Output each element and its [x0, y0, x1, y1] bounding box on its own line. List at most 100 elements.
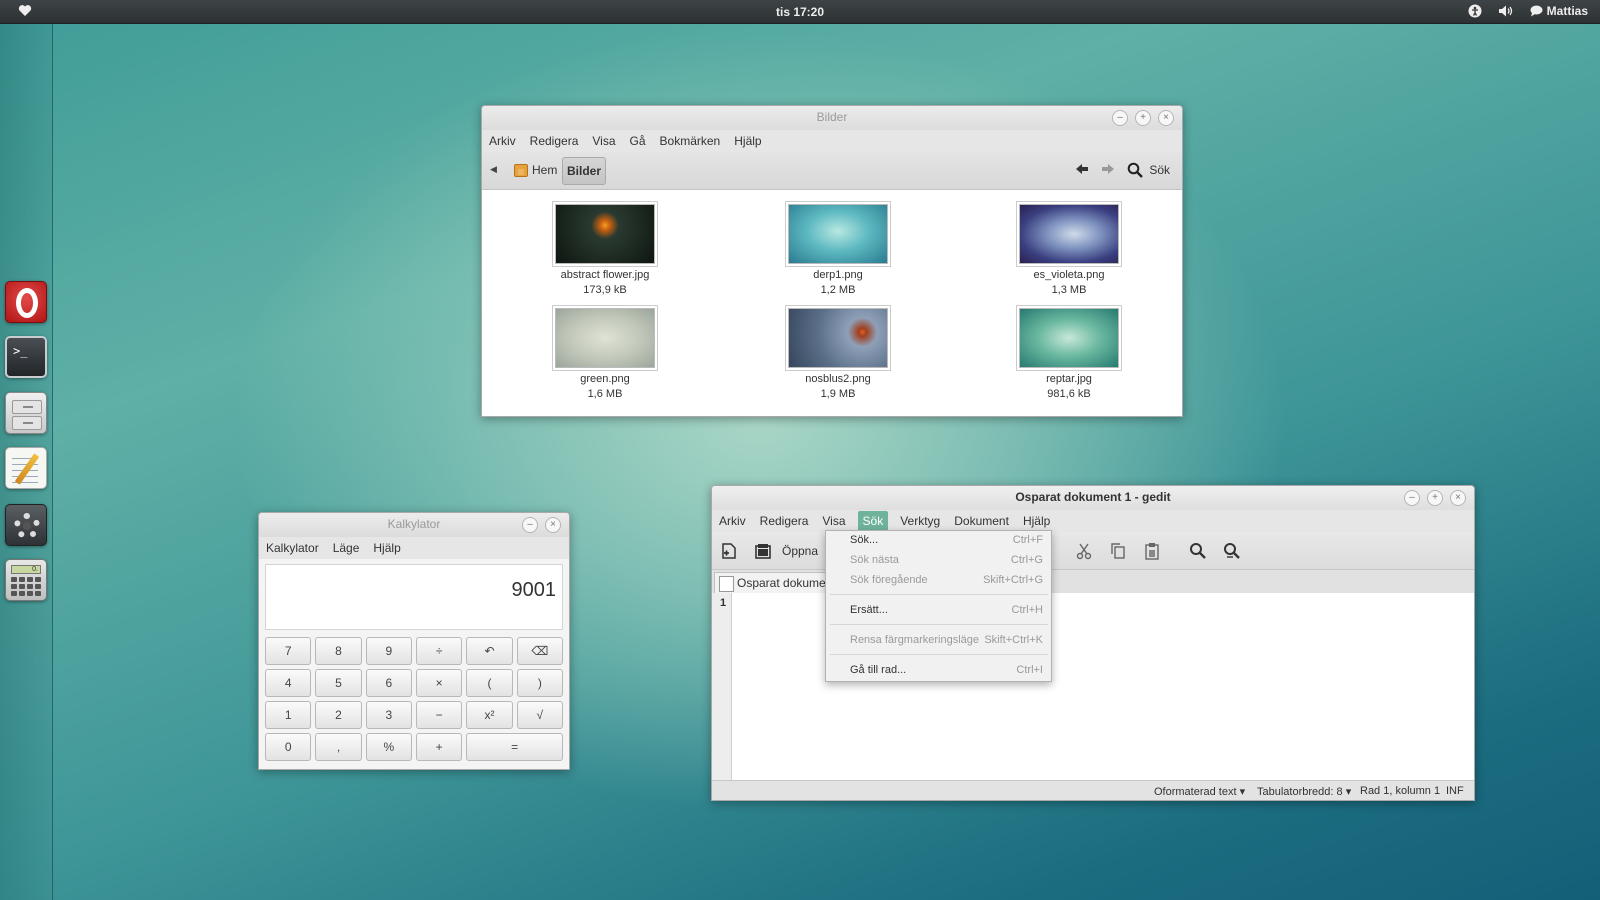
key-multiply[interactable]: ×	[416, 669, 462, 697]
key-add[interactable]: +	[416, 733, 462, 761]
search-icon[interactable]	[1189, 542, 1207, 560]
key-6[interactable]: 6	[366, 669, 412, 697]
open-icon[interactable]	[754, 542, 772, 560]
key-close-paren[interactable]: )	[517, 669, 563, 697]
key-8[interactable]: 8	[315, 637, 361, 665]
image-thumbnail	[555, 308, 655, 368]
path-back-arrow-icon[interactable]: ◀	[490, 164, 497, 175]
file-item[interactable]: abstract flower.jpg 173,9 kB	[530, 204, 680, 298]
window-title: Osparat dokument 1 - gedit – + ×	[712, 486, 1474, 510]
user-name: Mattias	[1547, 4, 1588, 18]
close-button[interactable]: ×	[1158, 110, 1174, 126]
key-equals[interactable]: =	[466, 733, 563, 761]
close-button[interactable]: ×	[545, 517, 561, 533]
key-3[interactable]: 3	[366, 701, 412, 729]
key-decimal[interactable]: ,	[315, 733, 361, 761]
file-item[interactable]: reptar.jpg 981,6 kB	[994, 308, 1144, 402]
text-editor-icon[interactable]	[5, 447, 47, 489]
key-2[interactable]: 2	[315, 701, 361, 729]
menu-bokmarken[interactable]: Bokmärken	[658, 132, 723, 150]
key-subtract[interactable]: −	[416, 701, 462, 729]
opera-browser-icon[interactable]	[5, 281, 47, 323]
minimize-button[interactable]: –	[1404, 490, 1420, 506]
panel-clock[interactable]: tis 17:20	[0, 5, 1600, 19]
menu-sok[interactable]: Sök	[858, 511, 889, 531]
menu-item-replace[interactable]: Ersätt...Ctrl+H	[826, 601, 1051, 621]
volume-icon[interactable]	[1498, 4, 1514, 18]
backspace-icon[interactable]: ⌫	[517, 637, 563, 665]
key-open-paren[interactable]: (	[466, 669, 512, 697]
new-document-icon[interactable]	[720, 542, 738, 560]
menu-item-clear-highlight[interactable]: Rensa färgmarkeringslägeSkift+Ctrl+K	[826, 631, 1051, 651]
menu-arkiv[interactable]: Arkiv	[487, 132, 518, 150]
calculator-icon[interactable]: 0.	[5, 559, 47, 601]
menu-lage[interactable]: Läge	[331, 539, 362, 557]
copy-icon[interactable]	[1109, 542, 1127, 560]
file-item[interactable]: derp1.png 1,2 MB	[763, 204, 913, 298]
top-panel: tis 17:20 Mattias	[0, 0, 1600, 24]
language-selector[interactable]: Oformaterad text ▾	[1154, 785, 1245, 798]
menu-hjalp[interactable]: Hjälp	[732, 132, 763, 150]
paste-icon[interactable]	[1143, 542, 1161, 560]
menu-redigera[interactable]: Redigera	[758, 512, 811, 530]
menu-ga[interactable]: Gå	[628, 132, 648, 150]
menu-item-goto-line[interactable]: Gå till rad...Ctrl+I	[826, 661, 1051, 681]
image-thumbnail	[1019, 308, 1119, 368]
menu-visa[interactable]: Visa	[820, 512, 847, 530]
search-button[interactable]: Sök	[1127, 162, 1170, 178]
key-9[interactable]: 9	[366, 637, 412, 665]
menu-separator	[830, 594, 1048, 595]
menu-hjalp[interactable]: Hjälp	[1021, 512, 1052, 530]
menu-verktyg[interactable]: Verktyg	[898, 512, 942, 530]
key-7[interactable]: 7	[265, 637, 311, 665]
search-replace-icon[interactable]	[1223, 542, 1241, 560]
key-0[interactable]: 0	[265, 733, 311, 761]
calculator-display[interactable]: 9001	[265, 564, 563, 630]
menu-hjalp[interactable]: Hjälp	[371, 539, 402, 557]
minimize-button[interactable]: –	[522, 517, 538, 533]
key-5[interactable]: 5	[315, 669, 361, 697]
menu-item-find[interactable]: Sök...Ctrl+F	[826, 531, 1051, 551]
cut-icon[interactable]	[1075, 542, 1093, 560]
key-1[interactable]: 1	[265, 701, 311, 729]
menu-arkiv[interactable]: Arkiv	[717, 512, 748, 530]
accessibility-icon[interactable]	[1468, 4, 1482, 18]
calculator-window: Kalkylator – × Kalkylator Läge Hjälp 900…	[258, 512, 570, 770]
maximize-button[interactable]: +	[1135, 110, 1151, 126]
menu-separator	[830, 654, 1048, 655]
terminal-icon[interactable]: >_	[5, 336, 47, 378]
file-item[interactable]: nosblus2.png 1,9 MB	[763, 308, 913, 402]
back-arrow-icon[interactable]	[1075, 163, 1089, 178]
key-sqrt[interactable]: √	[517, 701, 563, 729]
location-toolbar: ◀ Hem Bilder Sök	[482, 152, 1182, 190]
breadcrumb-home[interactable]: Hem	[514, 163, 557, 177]
undo-icon[interactable]: ↶	[466, 637, 512, 665]
tab-width-selector[interactable]: Tabulatorbredd: 8 ▾	[1257, 785, 1351, 798]
menu-kalkylator[interactable]: Kalkylator	[264, 539, 321, 557]
insert-mode: INF	[1446, 785, 1464, 797]
system-settings-icon[interactable]	[5, 504, 47, 546]
menu-dokument[interactable]: Dokument	[952, 512, 1011, 530]
file-item[interactable]: green.png 1,6 MB	[530, 308, 680, 402]
menubar: Kalkylator Läge Hjälp	[259, 537, 569, 559]
search-icon	[1127, 162, 1143, 178]
menu-item-find-previous[interactable]: Sök föregåendeSkift+Ctrl+G	[826, 571, 1051, 591]
image-thumbnail	[788, 308, 888, 368]
key-4[interactable]: 4	[265, 669, 311, 697]
file-item[interactable]: es_violeta.png 1,3 MB	[994, 204, 1144, 298]
user-menu[interactable]: Mattias	[1530, 4, 1588, 18]
search-menu-dropdown: Sök...Ctrl+F Sök nästaCtrl+G Sök föregåe…	[825, 530, 1052, 682]
open-button[interactable]: Öppna	[782, 544, 818, 558]
minimize-button[interactable]: –	[1112, 110, 1128, 126]
key-divide[interactable]: ÷	[416, 637, 462, 665]
key-percent[interactable]: %	[366, 733, 412, 761]
menu-visa[interactable]: Visa	[590, 132, 617, 150]
key-square[interactable]: x²	[466, 701, 512, 729]
menu-item-find-next[interactable]: Sök nästaCtrl+G	[826, 551, 1051, 571]
file-manager-icon[interactable]	[5, 392, 47, 434]
menu-redigera[interactable]: Redigera	[528, 132, 581, 150]
close-button[interactable]: ×	[1450, 490, 1466, 506]
breadcrumb-current[interactable]: Bilder	[562, 157, 606, 185]
forward-arrow-icon[interactable]	[1101, 163, 1115, 178]
maximize-button[interactable]: +	[1427, 490, 1443, 506]
